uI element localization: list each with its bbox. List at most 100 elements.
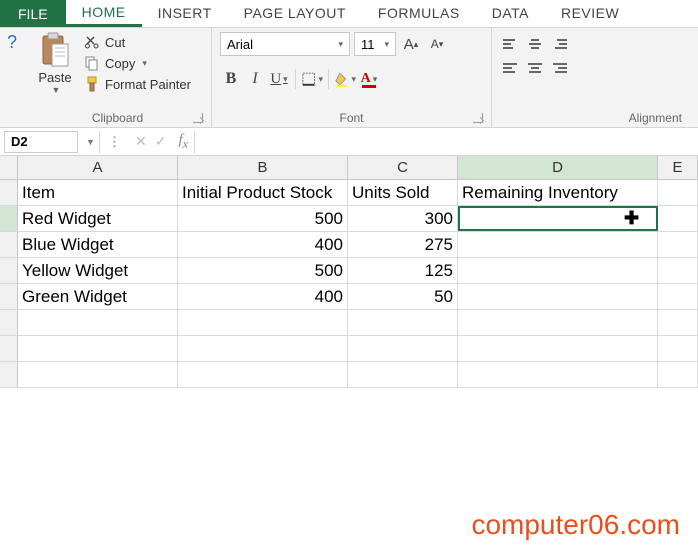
cell-B4[interactable]: 500	[178, 258, 348, 283]
cell-D7[interactable]	[458, 336, 658, 361]
col-header-D[interactable]: D	[458, 156, 658, 179]
cell-E4[interactable]	[658, 258, 698, 283]
tab-review[interactable]: REVIEW	[545, 0, 635, 27]
cell-B6[interactable]	[178, 310, 348, 335]
cell-A2[interactable]: Red Widget	[18, 206, 178, 231]
enter-formula-icon[interactable]: ✓	[155, 133, 167, 150]
decrease-font-button[interactable]: A▾	[426, 33, 448, 55]
file-tab[interactable]: FILE	[0, 0, 66, 27]
align-middle-button[interactable]	[524, 34, 546, 54]
paste-dropdown-icon[interactable]: ▼	[52, 85, 61, 95]
cell-E2[interactable]	[658, 206, 698, 231]
cell-E6[interactable]	[658, 310, 698, 335]
cell-E7[interactable]	[658, 336, 698, 361]
tab-insert[interactable]: INSERT	[142, 0, 228, 27]
cell-A5[interactable]: Green Widget	[18, 284, 178, 309]
tab-data[interactable]: DATA	[476, 0, 545, 27]
clipboard-dialog-launcher-icon[interactable]	[193, 113, 203, 123]
row-header[interactable]	[0, 284, 18, 309]
underline-button[interactable]: U▾	[268, 68, 290, 90]
cell-D8[interactable]	[458, 362, 658, 387]
align-center-button[interactable]	[524, 58, 546, 78]
cell-B3[interactable]: 400	[178, 232, 348, 257]
format-painter-icon	[84, 76, 100, 92]
cell-C2[interactable]: 300	[348, 206, 458, 231]
cell-E8[interactable]	[658, 362, 698, 387]
cell-C8[interactable]	[348, 362, 458, 387]
font-group-label: Font	[339, 111, 363, 125]
cell-B1[interactable]: Initial Product Stock	[178, 180, 348, 205]
cancel-formula-icon[interactable]: ✕	[135, 133, 147, 150]
cell-B2[interactable]: 500	[178, 206, 348, 231]
cell-A6[interactable]	[18, 310, 178, 335]
tab-formulas[interactable]: FORMULAS	[362, 0, 476, 27]
row-header[interactable]	[0, 336, 18, 361]
cell-C4[interactable]: 125	[348, 258, 458, 283]
tab-page-layout[interactable]: PAGE LAYOUT	[228, 0, 362, 27]
col-header-B[interactable]: B	[178, 156, 348, 179]
copy-button[interactable]: Copy▾	[84, 55, 191, 71]
cell-D5[interactable]	[458, 284, 658, 309]
font-size-select[interactable]: 11▾	[354, 32, 396, 56]
border-icon	[301, 71, 316, 87]
formula-bar: D2 ▼ ⋮ ✕ ✓ fx	[0, 128, 698, 156]
italic-button[interactable]: I	[244, 68, 266, 90]
align-right-button[interactable]	[548, 58, 570, 78]
row-header[interactable]	[0, 232, 18, 257]
cell-D2[interactable]	[458, 206, 658, 231]
column-header-row: A B C D E	[0, 156, 698, 180]
cell-B8[interactable]	[178, 362, 348, 387]
cell-A8[interactable]	[18, 362, 178, 387]
font-dialog-launcher-icon[interactable]	[473, 113, 483, 123]
cell-C1[interactable]: Units Sold	[348, 180, 458, 205]
help-icon[interactable]: ?	[7, 32, 17, 53]
cell-C7[interactable]	[348, 336, 458, 361]
align-top-button[interactable]	[500, 34, 522, 54]
cell-D3[interactable]	[458, 232, 658, 257]
cell-D4[interactable]	[458, 258, 658, 283]
increase-font-button[interactable]: A▴	[400, 33, 422, 55]
font-name-select[interactable]: Arial▾	[220, 32, 350, 56]
paste-button[interactable]: Paste ▼	[32, 32, 78, 95]
row-header[interactable]	[0, 258, 18, 283]
row-header[interactable]	[0, 310, 18, 335]
cell-A7[interactable]	[18, 336, 178, 361]
cell-D6[interactable]	[458, 310, 658, 335]
cell-B5[interactable]: 400	[178, 284, 348, 309]
select-all-corner[interactable]	[0, 156, 18, 179]
table-row: Yellow Widget500125	[0, 258, 698, 284]
col-header-C[interactable]: C	[348, 156, 458, 179]
cell-E1[interactable]	[658, 180, 698, 205]
cell-C5[interactable]: 50	[348, 284, 458, 309]
font-name-value: Arial	[227, 37, 253, 52]
cell-A4[interactable]: Yellow Widget	[18, 258, 178, 283]
table-row: Red Widget500300	[0, 206, 698, 232]
row-header[interactable]	[0, 180, 18, 205]
row-header[interactable]	[0, 362, 18, 387]
format-painter-button[interactable]: Format Painter	[84, 76, 191, 92]
cell-D1[interactable]: Remaining Inventory	[458, 180, 658, 205]
name-box-dropdown[interactable]: ▼	[82, 131, 100, 153]
tab-home[interactable]: HOME	[66, 0, 142, 27]
row-header[interactable]	[0, 206, 18, 231]
col-header-A[interactable]: A	[18, 156, 178, 179]
cut-button[interactable]: Cut	[84, 34, 191, 50]
name-box[interactable]: D2	[4, 131, 78, 153]
cell-A1[interactable]: Item	[18, 180, 178, 205]
border-button[interactable]: ▾	[301, 68, 323, 90]
cell-C6[interactable]	[348, 310, 458, 335]
cell-C3[interactable]: 275	[348, 232, 458, 257]
fx-icon[interactable]: fx	[178, 132, 188, 152]
fill-color-button[interactable]: ▾	[334, 68, 356, 90]
cell-E3[interactable]	[658, 232, 698, 257]
cell-A3[interactable]: Blue Widget	[18, 232, 178, 257]
ribbon: ? Paste ▼ Cut	[0, 28, 698, 128]
cell-E5[interactable]	[658, 284, 698, 309]
ribbon-group-clipboard: Paste ▼ Cut Copy▾ Format Painter Clipboa…	[24, 28, 212, 127]
formula-input[interactable]	[194, 131, 698, 153]
col-header-E[interactable]: E	[658, 156, 698, 179]
align-bottom-button[interactable]	[548, 34, 570, 54]
bold-button[interactable]: B	[220, 68, 242, 90]
align-left-button[interactable]	[500, 58, 522, 78]
cell-B7[interactable]	[178, 336, 348, 361]
